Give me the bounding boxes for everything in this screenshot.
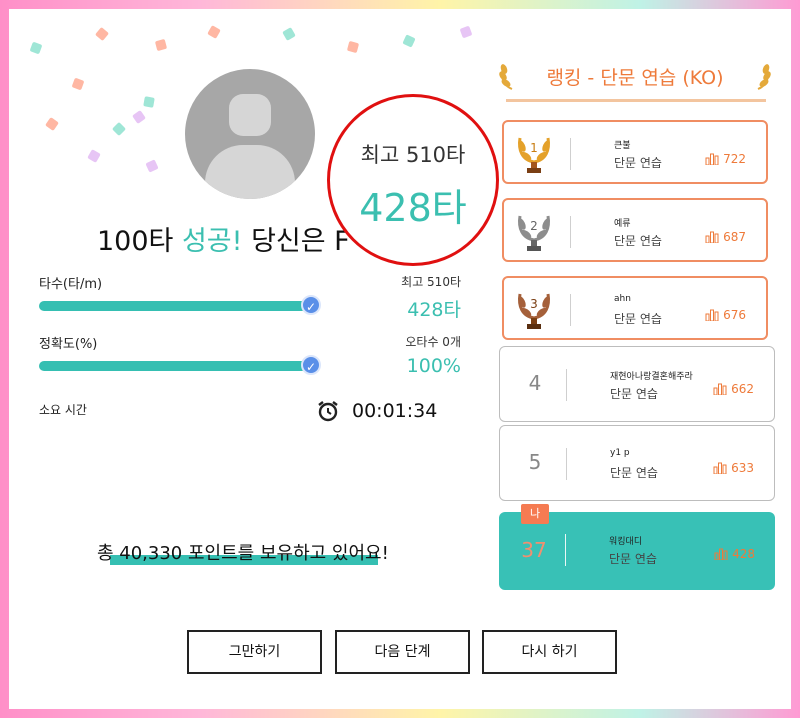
confetti xyxy=(94,26,110,42)
score-highlight-circle: 최고 510타 428타 xyxy=(327,94,499,266)
ranking-number: 5 xyxy=(528,450,542,474)
alarm-clock-icon xyxy=(316,399,340,429)
check-circle-icon: ✓ xyxy=(301,355,321,375)
gold-trophy-icon: 1 xyxy=(514,132,554,173)
ranking-title: 랭킹 - 단문 연습 (KO) xyxy=(546,67,724,89)
ranking-divider xyxy=(506,99,766,102)
speed-value: 428타 xyxy=(407,299,461,321)
ranking-score: 722 xyxy=(705,152,746,166)
confetti xyxy=(111,121,127,137)
ranking-username: 워킹대디 xyxy=(609,537,643,547)
ranking-row[interactable]: 2 예류 단문 연습 687 xyxy=(502,198,768,262)
accuracy-label: 정확도(%) xyxy=(39,337,98,352)
my-ranking-row[interactable]: 나 37 워킹대디 단문 연습 428 xyxy=(499,504,775,590)
retry-button[interactable]: 다시 하기 xyxy=(482,630,617,674)
bar-chart-icon xyxy=(714,548,728,561)
ranking-mode: 단문 연습 xyxy=(614,312,662,326)
ranking-mode: 단문 연습 xyxy=(614,234,662,248)
confetti xyxy=(459,25,473,39)
best-speed-small: 최고 510타 xyxy=(401,275,461,289)
confetti xyxy=(145,159,159,173)
confetti xyxy=(132,110,146,124)
confetti xyxy=(71,77,85,91)
confetti xyxy=(402,34,416,48)
confetti xyxy=(207,25,221,39)
confetti xyxy=(346,40,360,54)
svg-text:2: 2 xyxy=(530,219,538,233)
current-speed-label: 428타 xyxy=(359,186,467,230)
confetti xyxy=(45,117,59,131)
ranking-score: 687 xyxy=(705,230,746,244)
confetti xyxy=(154,38,168,52)
confetti xyxy=(143,96,155,108)
ranking-username: 재현아나랑결혼해주라 xyxy=(610,372,693,382)
ranking-score: 428 xyxy=(714,547,755,561)
quit-button[interactable]: 그만하기 xyxy=(187,630,322,674)
bronze-trophy-icon: 3 xyxy=(514,288,554,329)
accuracy-progress-bar xyxy=(39,361,307,371)
ranking-mode: 단문 연습 xyxy=(610,387,658,401)
bar-chart-icon xyxy=(713,462,727,475)
bar-chart-icon xyxy=(705,153,719,166)
ranking-mode: 단문 연습 xyxy=(609,552,657,566)
next-step-button[interactable]: 다음 단계 xyxy=(335,630,470,674)
ranking-row[interactable]: 5 y1 p 단문 연습 633 xyxy=(499,425,775,501)
svg-text:1: 1 xyxy=(530,141,538,155)
result-panel: 100타 성공! 당신은 F 최고 510타 428타 타수(타/m) 최고 5… xyxy=(9,9,791,709)
ranking-score: 676 xyxy=(705,308,746,322)
confetti xyxy=(87,149,101,163)
ranking-mode: 단문 연습 xyxy=(610,466,658,480)
ranking-username: y1 p xyxy=(610,448,630,458)
me-badge: 나 xyxy=(521,504,549,524)
ranking-number: 4 xyxy=(528,371,542,395)
ranking-username: 예류 xyxy=(614,219,631,229)
elapsed-time: 00:01:34 xyxy=(352,400,438,422)
points-text: 총 40,330 포인트를 보유하고 있어요! xyxy=(97,543,389,564)
check-circle-icon: ✓ xyxy=(301,295,321,315)
ranking-score: 662 xyxy=(713,382,754,396)
silver-trophy-icon: 2 xyxy=(514,210,554,251)
ranking-username: ahn xyxy=(614,294,631,304)
ranking-row[interactable]: 1 큰불 단문 연습 722 xyxy=(502,120,768,184)
svg-text:3: 3 xyxy=(530,297,538,311)
best-speed-label: 최고 510타 xyxy=(360,143,466,167)
speed-label: 타수(타/m) xyxy=(39,277,103,292)
ranking-row[interactable]: 3 ahn 단문 연습 676 xyxy=(502,276,768,340)
laurel-icon xyxy=(750,61,772,97)
ranking-row[interactable]: 4 재현아나랑결혼해주라 단문 연습 662 xyxy=(499,346,775,422)
ranking-username: 큰불 xyxy=(614,141,631,151)
ranking-score: 633 xyxy=(713,461,754,475)
speed-progress-bar xyxy=(39,301,307,311)
confetti xyxy=(282,27,296,41)
ranking-number: 37 xyxy=(521,538,547,562)
confetti xyxy=(29,41,43,55)
accuracy-value: 100% xyxy=(406,355,461,377)
ranking-mode: 단문 연습 xyxy=(614,156,662,170)
error-count: 오타수 0개 xyxy=(405,335,461,349)
avatar xyxy=(185,69,315,199)
time-label: 소요 시간 xyxy=(39,403,87,417)
bar-chart-icon xyxy=(713,383,727,396)
bar-chart-icon xyxy=(705,309,719,322)
bar-chart-icon xyxy=(705,231,719,244)
